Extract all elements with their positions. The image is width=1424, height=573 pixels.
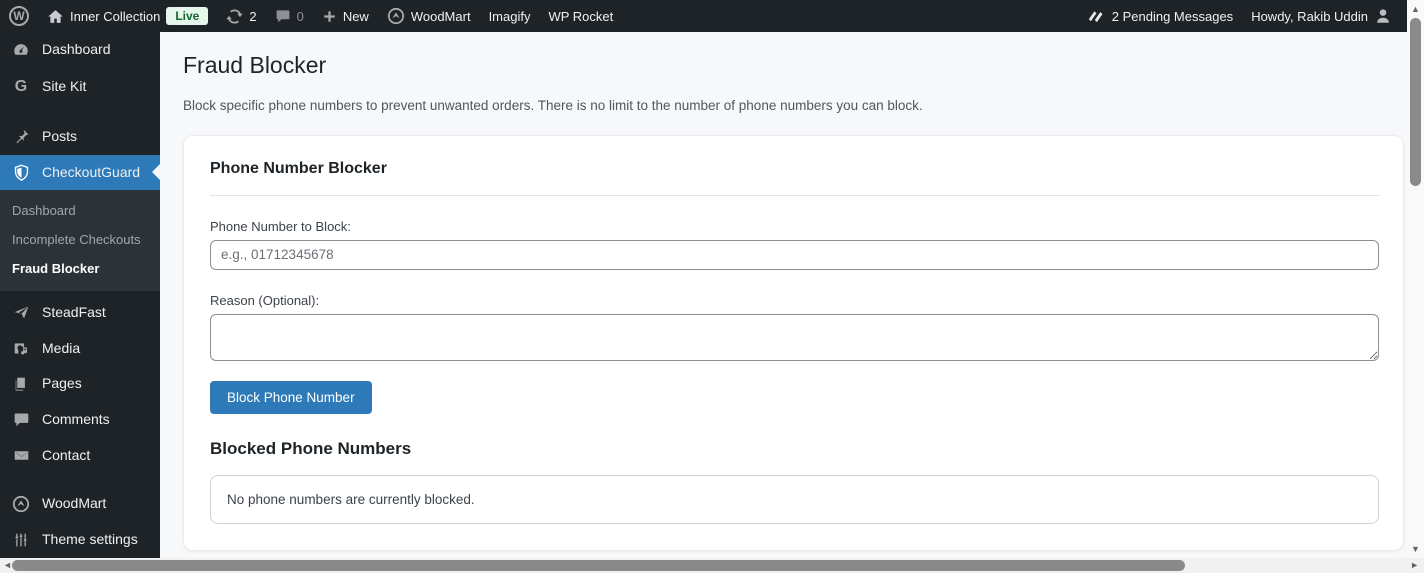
scroll-right-arrow-icon[interactable]: ► — [1410, 561, 1419, 570]
scroll-left-arrow-icon[interactable]: ◄ — [3, 561, 12, 570]
comments-button[interactable]: 0 — [266, 0, 313, 32]
vertical-scrollbar-thumb[interactable] — [1410, 18, 1421, 186]
horizontal-scrollbar-thumb[interactable] — [12, 560, 1185, 571]
admin-bar: W Inner Collection Live 2 0 New — [0, 0, 1407, 32]
page-title: Fraud Blocker — [183, 51, 1404, 81]
horizontal-scrollbar[interactable]: ◄ ► — [0, 558, 1424, 573]
sidebar-item-steadfast[interactable]: SteadFast — [0, 295, 160, 331]
wp-rocket-label: WP Rocket — [548, 9, 613, 24]
sidebar-item-label: Pages — [42, 374, 82, 394]
phone-number-label: Phone Number to Block: — [210, 219, 1379, 234]
sitekit-g-icon: G — [11, 76, 31, 98]
account-menu[interactable]: Howdy, Rakib Uddin — [1242, 0, 1401, 32]
admin-sidebar: Dashboard G Site Kit Posts CheckoutGuard… — [0, 32, 160, 558]
blocked-numbers-heading: Blocked Phone Numbers — [210, 439, 1379, 459]
imagify-label: Imagify — [489, 9, 531, 24]
pending-messages-label: 2 Pending Messages — [1112, 9, 1233, 24]
pending-messages-button[interactable]: 2 Pending Messages — [1077, 0, 1242, 32]
main-content: Fraud Blocker Block specific phone numbe… — [160, 32, 1407, 558]
sidebar-item-label: Media — [42, 339, 80, 359]
update-count: 2 — [249, 9, 256, 24]
woodmart-logo-icon — [387, 7, 405, 25]
card-divider — [210, 195, 1379, 196]
sidebar-item-pages[interactable]: Pages — [0, 366, 160, 402]
current-menu-arrow — [152, 164, 160, 180]
scroll-up-arrow-icon[interactable]: ▲ — [1407, 5, 1424, 14]
sidebar-item-label: Dashboard — [42, 40, 111, 60]
paper-plane-icon — [11, 304, 31, 321]
imagify-toolbar-button[interactable]: Imagify — [480, 0, 540, 32]
sidebar-item-media[interactable]: Media — [0, 331, 160, 367]
sidebar-item-label: Posts — [42, 127, 77, 147]
wp-rocket-toolbar-button[interactable]: WP Rocket — [539, 0, 622, 32]
envelope-icon — [11, 447, 31, 464]
block-phone-number-button[interactable]: Block Phone Number — [210, 381, 372, 414]
comment-icon — [11, 411, 31, 428]
steadfast-icon — [1086, 8, 1106, 24]
sidebar-item-dashboard[interactable]: Dashboard — [0, 32, 160, 68]
avatar-icon — [1374, 7, 1392, 25]
live-badge: Live — [166, 7, 208, 25]
updates-button[interactable]: 2 — [217, 0, 265, 32]
blocked-numbers-empty-state: No phone numbers are currently blocked. — [210, 475, 1379, 524]
card-heading: Phone Number Blocker — [210, 160, 1379, 178]
sidebar-item-checkoutguard[interactable]: CheckoutGuard — [0, 155, 160, 191]
comment-bubble-icon — [275, 8, 291, 24]
scroll-down-arrow-icon[interactable]: ▼ — [1407, 545, 1424, 554]
plus-icon — [322, 9, 337, 24]
admin-bar-right: 2 Pending Messages Howdy, Rakib Uddin — [1077, 0, 1407, 32]
sidebar-item-label: WoodMart — [42, 494, 106, 514]
site-name: Inner Collection — [70, 9, 160, 24]
woodmart-label: WoodMart — [411, 9, 471, 24]
submenu-item-fraud-blocker[interactable]: Fraud Blocker — [0, 254, 160, 283]
new-content-button[interactable]: New — [313, 0, 378, 32]
comment-count: 0 — [297, 9, 304, 24]
woodmart-icon — [11, 495, 31, 513]
howdy-label: Howdy, Rakib Uddin — [1251, 9, 1368, 24]
wordpress-menu-button[interactable]: W — [0, 0, 38, 32]
media-icon — [11, 340, 31, 357]
shield-icon — [11, 164, 31, 181]
home-icon — [47, 8, 64, 25]
phone-number-input[interactable] — [210, 240, 1379, 270]
sidebar-item-woodmart[interactable]: WoodMart — [0, 486, 160, 522]
site-home-link[interactable]: Inner Collection Live — [38, 0, 217, 32]
wordpress-logo-icon: W — [9, 6, 29, 26]
update-icon — [226, 8, 243, 25]
sidebar-item-label: Contact — [42, 446, 90, 466]
sidebar-item-contact[interactable]: Contact — [0, 438, 160, 474]
page-description: Block specific phone numbers to prevent … — [183, 98, 1404, 113]
sidebar-item-label: CheckoutGuard — [42, 163, 140, 183]
pages-icon — [11, 376, 31, 393]
sidebar-item-theme-settings[interactable]: Theme settings — [0, 522, 160, 558]
fraud-blocker-card: Phone Number Blocker Phone Number to Blo… — [183, 135, 1404, 551]
sidebar-item-site-kit[interactable]: G Site Kit — [0, 68, 160, 106]
woodmart-toolbar-button[interactable]: WoodMart — [378, 0, 480, 32]
sidebar-item-label: SteadFast — [42, 303, 106, 323]
checkoutguard-submenu: Dashboard Incomplete Checkouts Fraud Blo… — [0, 190, 160, 291]
sidebar-item-label: Site Kit — [42, 77, 86, 97]
submenu-item-dashboard[interactable]: Dashboard — [0, 196, 160, 225]
admin-bar-left: W Inner Collection Live 2 0 New — [0, 0, 622, 32]
reason-label: Reason (Optional): — [210, 293, 1379, 308]
new-label: New — [343, 9, 369, 24]
submenu-item-incomplete-checkouts[interactable]: Incomplete Checkouts — [0, 225, 160, 254]
vertical-scrollbar[interactable]: ▲ ▼ — [1407, 0, 1424, 558]
pushpin-icon — [11, 128, 31, 145]
dashboard-gauge-icon — [11, 41, 31, 59]
sidebar-item-comments[interactable]: Comments — [0, 402, 160, 438]
sidebar-item-posts[interactable]: Posts — [0, 119, 160, 155]
sliders-icon — [11, 532, 31, 548]
menu-separator — [0, 473, 160, 486]
sidebar-item-label: Theme settings — [42, 530, 138, 550]
reason-textarea[interactable] — [210, 314, 1379, 361]
sidebar-item-label: Comments — [42, 410, 110, 430]
menu-separator — [0, 106, 160, 119]
